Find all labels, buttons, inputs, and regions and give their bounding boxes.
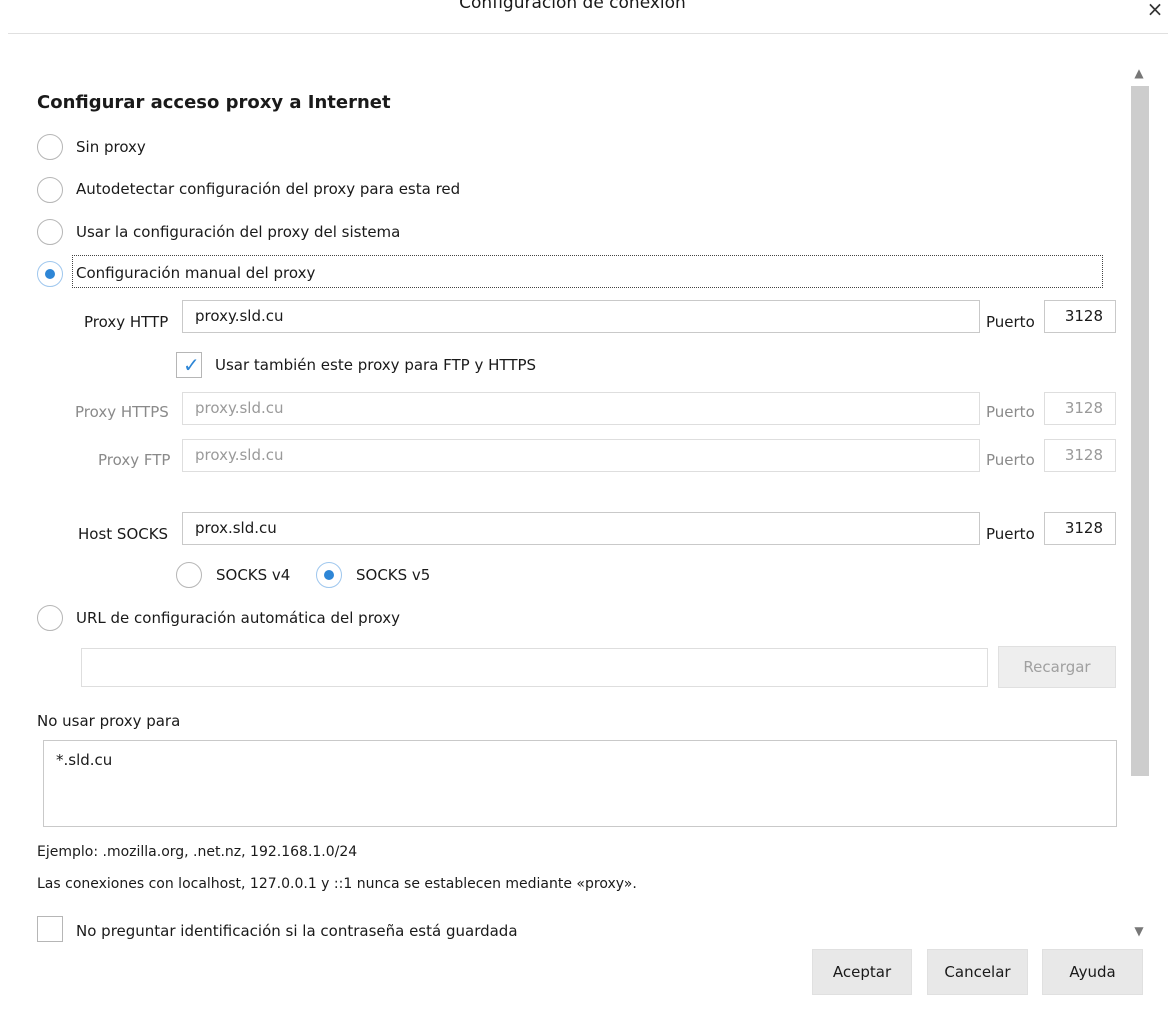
https-proxy-label: Proxy HTTPS	[75, 403, 169, 421]
localhost-note: Las conexiones con localhost, 127.0.0.1 …	[37, 876, 637, 892]
http-proxy-label: Proxy HTTP	[84, 313, 169, 331]
close-icon[interactable]: ×	[1143, 0, 1167, 24]
auto-url-input	[81, 648, 988, 687]
radio-auto-url[interactable]	[37, 605, 63, 631]
radio-autodetect[interactable]	[37, 177, 63, 203]
radio-socks-v5-label[interactable]: SOCKS v5	[356, 565, 430, 585]
title-divider	[8, 33, 1168, 34]
dialog-title: Configuración de conexión	[459, 0, 686, 13]
ftp-proxy-label: Proxy FTP	[98, 451, 171, 469]
radio-manual-proxy-label[interactable]: Configuración manual del proxy	[76, 263, 315, 283]
radio-no-proxy-label[interactable]: Sin proxy	[76, 137, 146, 157]
radio-socks-v5[interactable]	[316, 562, 342, 588]
checkmark-icon: ✓	[183, 353, 200, 377]
help-button[interactable]: Ayuda	[1042, 949, 1143, 995]
share-proxy-checkbox[interactable]: ✓	[176, 352, 202, 378]
radio-system-proxy-label[interactable]: Usar la configuración del proxy del sist…	[76, 222, 400, 242]
ftp-port-input: 3128	[1044, 439, 1116, 472]
no-proxy-for-textarea[interactable]: *.sld.cu	[43, 740, 1117, 827]
radio-manual-proxy[interactable]	[37, 261, 63, 287]
socks-port-label: Puerto	[986, 525, 1035, 543]
radio-auto-url-label[interactable]: URL de configuración automática del prox…	[76, 608, 400, 628]
socks-port-input[interactable]: 3128	[1044, 512, 1116, 545]
http-proxy-input[interactable]: proxy.sld.cu	[182, 300, 980, 333]
ftp-port-label: Puerto	[986, 451, 1035, 469]
radio-socks-v4[interactable]	[176, 562, 202, 588]
radio-system-proxy[interactable]	[37, 219, 63, 245]
scroll-down-icon[interactable]: ▼	[1130, 924, 1148, 938]
radio-autodetect-label[interactable]: Autodetectar configuración del proxy par…	[76, 179, 460, 199]
scrollbar-thumb[interactable]	[1131, 86, 1149, 776]
no-prompt-label[interactable]: No preguntar identificación si la contra…	[76, 921, 518, 941]
https-port-label: Puerto	[986, 403, 1035, 421]
section-title: Configurar acceso proxy a Internet	[37, 92, 391, 113]
https-proxy-input: proxy.sld.cu	[182, 392, 980, 425]
accept-button[interactable]: Aceptar	[812, 949, 912, 995]
share-proxy-label[interactable]: Usar también este proxy para FTP y HTTPS	[215, 355, 536, 375]
socks-host-input[interactable]: prox.sld.cu	[182, 512, 980, 545]
https-port-input: 3128	[1044, 392, 1116, 425]
example-text: Ejemplo: .mozilla.org, .net.nz, 192.168.…	[37, 844, 358, 860]
ftp-proxy-input: proxy.sld.cu	[182, 439, 980, 472]
socks-host-label: Host SOCKS	[78, 525, 169, 543]
radio-no-proxy[interactable]	[37, 134, 63, 160]
scroll-up-icon[interactable]: ▲	[1130, 66, 1148, 80]
reload-button: Recargar	[998, 646, 1116, 688]
cancel-button[interactable]: Cancelar	[927, 949, 1028, 995]
radio-socks-v4-label[interactable]: SOCKS v4	[216, 565, 290, 585]
http-port-input[interactable]: 3128	[1044, 300, 1116, 333]
http-port-label: Puerto	[986, 313, 1035, 331]
no-proxy-for-label: No usar proxy para	[37, 712, 181, 730]
no-prompt-checkbox[interactable]	[37, 916, 63, 942]
